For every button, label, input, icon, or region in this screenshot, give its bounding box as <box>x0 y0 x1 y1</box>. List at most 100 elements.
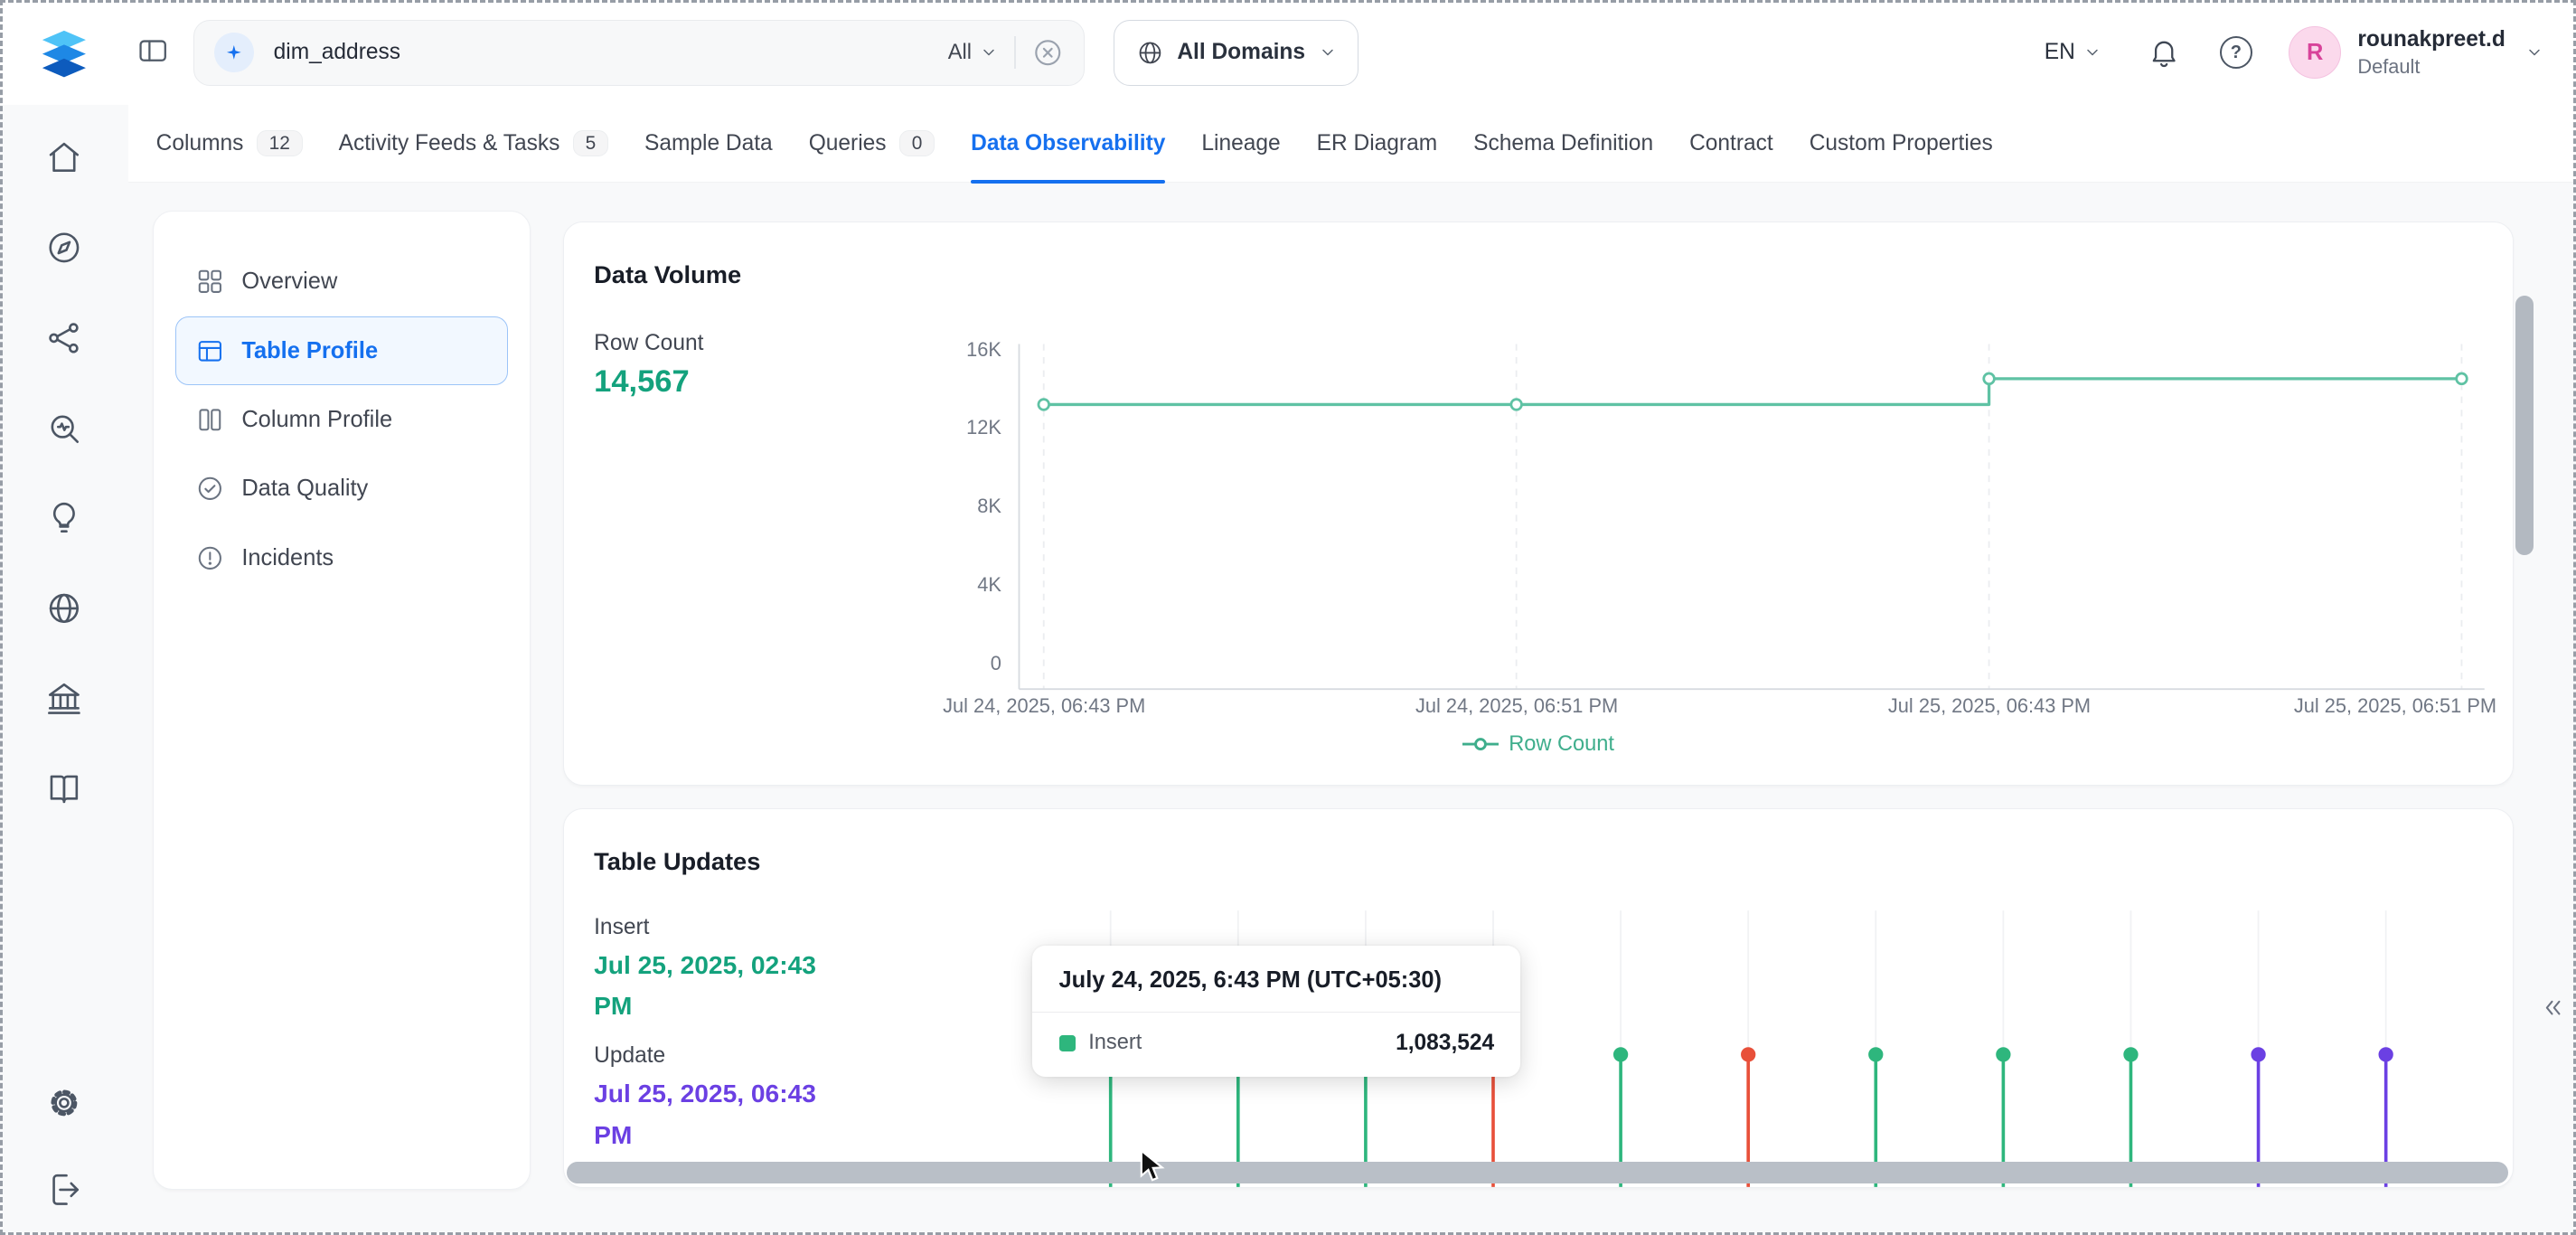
chevron-down-icon <box>980 43 998 61</box>
rail-top-group <box>45 138 83 808</box>
stat-label: Row Count <box>594 331 703 356</box>
profile-nav-data-quality[interactable]: Data Quality <box>175 455 509 523</box>
observability-search-icon[interactable] <box>45 410 83 448</box>
notifications-bell-icon[interactable] <box>2148 36 2180 69</box>
row-count-line-chart[interactable]: 16K12K8K4K0Jul 24, 2025, 06:43 PMJul 24,… <box>564 222 2512 784</box>
profile-nav-incidents[interactable]: Incidents <box>175 523 509 592</box>
tab-custom-properties[interactable]: Custom Properties <box>1810 105 1993 181</box>
horizontal-scrollbar[interactable] <box>567 1162 2508 1183</box>
tab-label: Custom Properties <box>1810 131 1993 156</box>
profile-nav-column-profile[interactable]: Column Profile <box>175 385 509 454</box>
card-title: Data Volume <box>594 260 741 289</box>
tab-data-observability[interactable]: Data Observability <box>971 105 1165 181</box>
governance-bank-icon[interactable] <box>45 680 83 718</box>
profile-nav-overview[interactable]: Overview <box>175 248 509 316</box>
glossary-book-icon[interactable] <box>45 770 83 808</box>
tab-queries[interactable]: Queries 0 <box>809 105 935 181</box>
insert-stat-label: Insert <box>594 915 873 940</box>
tooltip-series-name: Insert <box>1088 1031 1142 1055</box>
row-count-stat: Row Count 14,567 <box>594 331 703 400</box>
user-team: Default <box>2357 54 2505 80</box>
global-search-bar[interactable]: All <box>193 20 1084 86</box>
settings-gear-icon[interactable] <box>45 1084 83 1122</box>
ai-search-icon <box>214 33 254 72</box>
explore-compass-icon[interactable] <box>45 229 83 267</box>
entity-tabs: Columns 12 Activity Feeds & Tasks 5 Samp… <box>128 105 2576 182</box>
globe-icon[interactable] <box>45 589 83 627</box>
tooltip-series-value: 1,083,524 <box>1396 1031 1494 1056</box>
sidebar-toggle-icon[interactable] <box>135 34 171 71</box>
search-clear-icon[interactable] <box>1032 37 1064 69</box>
tab-count-badge: 5 <box>573 130 608 157</box>
stat-value: 14,567 <box>594 364 703 400</box>
tab-count-badge: 0 <box>899 130 935 157</box>
lightbulb-icon[interactable] <box>45 499 83 537</box>
table-icon <box>195 336 225 366</box>
update-stat-label: Update <box>594 1043 873 1069</box>
logout-icon[interactable] <box>45 1171 83 1209</box>
legend-label: Row Count <box>1509 732 1614 757</box>
chevron-down-icon <box>2083 43 2101 61</box>
chart-tooltip: July 24, 2025, 6:43 PM (UTC+05:30) Inser… <box>1032 946 1520 1077</box>
alert-circle-icon <box>195 543 225 573</box>
domains-filter-label: All Domains <box>1177 40 1305 65</box>
tab-label: Activity Feeds & Tasks <box>339 131 560 156</box>
tab-schema-definition[interactable]: Schema Definition <box>1473 105 1653 181</box>
tab-lineage[interactable]: Lineage <box>1201 105 1280 181</box>
tab-activity-feeds[interactable]: Activity Feeds & Tasks 5 <box>339 105 608 181</box>
vertical-scrollbar[interactable] <box>2515 296 2534 555</box>
y-axis-tick-label: 8K <box>903 495 1001 518</box>
chart-legend[interactable]: Row Count <box>564 732 2512 757</box>
language-selector[interactable]: EN <box>2045 40 2101 65</box>
user-menu[interactable]: rounakpreet.d Default <box>2357 25 2505 80</box>
grid-icon <box>195 267 225 297</box>
profile-nav-label: Column Profile <box>241 407 392 433</box>
tab-label: Contract <box>1689 131 1773 156</box>
check-circle-icon <box>195 474 225 504</box>
help-icon[interactable]: ? <box>2220 36 2252 69</box>
language-label: EN <box>2045 40 2075 65</box>
card-title: Table Updates <box>594 847 760 876</box>
home-icon[interactable] <box>45 138 83 176</box>
tab-columns[interactable]: Columns 12 <box>156 105 303 181</box>
right-panel-expand-icon[interactable] <box>2536 986 2569 1029</box>
tab-label: Sample Data <box>644 131 773 156</box>
rail-bottom-group <box>45 1084 83 1209</box>
data-volume-card: Data Volume Row Count 14,567 16K12K8K4K0… <box>563 222 2513 785</box>
globe-icon <box>1136 39 1164 67</box>
tab-label: Columns <box>156 131 244 156</box>
profile-nav-label: Incidents <box>241 545 334 571</box>
domains-filter-button[interactable]: All Domains <box>1114 20 1359 86</box>
y-axis-tick-label: 16K <box>903 338 1001 362</box>
content-area: Overview Table Profile Column Profile Da… <box>128 183 2576 1235</box>
insert-stat-value: Jul 25, 2025, 02:43 PM <box>594 945 843 1027</box>
tab-count-badge: 12 <box>257 130 303 157</box>
profile-nav-table-profile[interactable]: Table Profile <box>175 316 509 385</box>
profile-nav-label: Table Profile <box>241 338 378 364</box>
avatar-initial: R <box>2307 40 2323 66</box>
table-updates-stats: Insert Jul 25, 2025, 02:43 PM Update Jul… <box>594 915 873 1173</box>
tab-label: Schema Definition <box>1473 131 1653 156</box>
tab-sample-data[interactable]: Sample Data <box>644 105 773 181</box>
tab-er-diagram[interactable]: ER Diagram <box>1317 105 1438 181</box>
chevron-down-icon <box>1319 43 1337 61</box>
tab-label: ER Diagram <box>1317 131 1438 156</box>
tab-contract[interactable]: Contract <box>1689 105 1773 181</box>
x-axis-tick-label: Jul 24, 2025, 06:51 PM <box>1415 694 1618 718</box>
tab-label: Queries <box>809 131 887 156</box>
y-axis-tick-label: 0 <box>903 652 1001 675</box>
share-graph-icon[interactable] <box>45 319 83 357</box>
insert-series-swatch <box>1059 1035 1076 1051</box>
app-logo-icon[interactable] <box>36 24 92 80</box>
search-scope-dropdown[interactable]: All <box>948 41 998 65</box>
profile-nav-label: Overview <box>241 269 337 295</box>
update-stat-value: Jul 25, 2025, 06:43 PM <box>594 1073 843 1155</box>
app-root: All All Domains EN <box>0 0 2576 1235</box>
search-input[interactable] <box>270 38 932 67</box>
user-menu-chevron-icon[interactable] <box>2525 43 2543 61</box>
y-axis-tick-label: 4K <box>903 573 1001 597</box>
avatar[interactable]: R <box>2289 26 2341 79</box>
columns-icon <box>195 405 225 435</box>
x-axis-tick-label: Jul 25, 2025, 06:43 PM <box>1888 694 2091 718</box>
tooltip-row: Insert 1,083,524 <box>1059 1013 1495 1056</box>
